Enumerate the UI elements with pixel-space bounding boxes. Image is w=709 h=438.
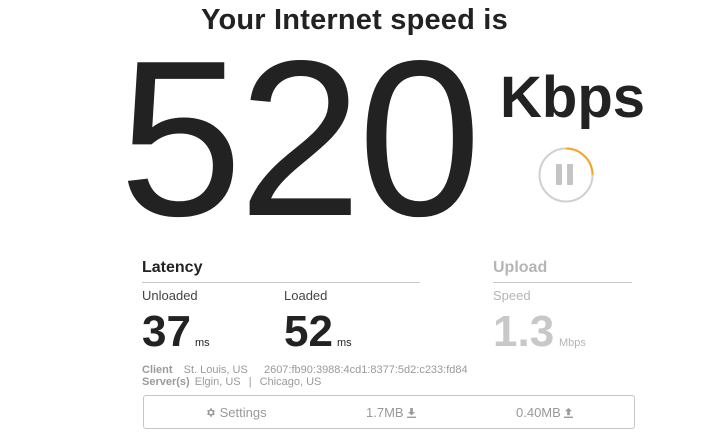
client-ip: 2607:fb90:3988:4cd1:8377:5d2:c233:fd84 (263, 364, 468, 376)
upload-speed-value: 1.3 (493, 307, 555, 356)
download-data-usage: 1.7MB (366, 405, 417, 420)
pause-button[interactable] (538, 147, 594, 203)
server-separator: | (248, 376, 252, 388)
upload-data-usage: 0.40MB (516, 405, 574, 420)
upload-speed-label: Speed (493, 288, 531, 303)
servers-label: Server(s) (142, 376, 190, 388)
client-label: Client (142, 364, 173, 376)
loaded-label: Loaded (284, 288, 328, 303)
pause-icon (538, 147, 594, 203)
speed-unit: Kbps (500, 65, 645, 130)
upload-arrow-icon (564, 408, 574, 418)
loaded-latency-value: 52 (284, 307, 333, 356)
latency-title: Latency (142, 259, 203, 276)
unloaded-label: Unloaded (142, 288, 198, 303)
gear-icon (207, 408, 215, 417)
upload-divider (493, 282, 632, 283)
server-2: Chicago, US (259, 376, 322, 388)
download-data-value: 1.7MB (366, 405, 404, 420)
loaded-latency-unit: ms (337, 337, 352, 349)
client-info: Client St. Louis, US 2607:fb90:3988:4cd1… (142, 364, 468, 376)
unloaded-latency-unit: ms (195, 337, 210, 349)
settings-label: Settings (219, 405, 267, 420)
bottom-toolbar: Settings 1.7MB 0.40MB (143, 395, 635, 429)
settings-button[interactable]: Settings (205, 405, 267, 420)
server-1: Elgin, US (194, 376, 241, 388)
upload-data-value: 0.40MB (516, 405, 561, 420)
download-arrow-icon (407, 408, 417, 418)
upload-title: Upload (493, 259, 548, 276)
speed-value: 520 (119, 15, 481, 263)
upload-speed-unit: Mbps (559, 337, 586, 349)
latency-divider (142, 282, 420, 283)
server-info: Server(s) Elgin, US | Chicago, US (142, 376, 321, 388)
unloaded-latency-value: 37 (142, 307, 191, 356)
client-location: St. Louis, US (183, 364, 248, 376)
